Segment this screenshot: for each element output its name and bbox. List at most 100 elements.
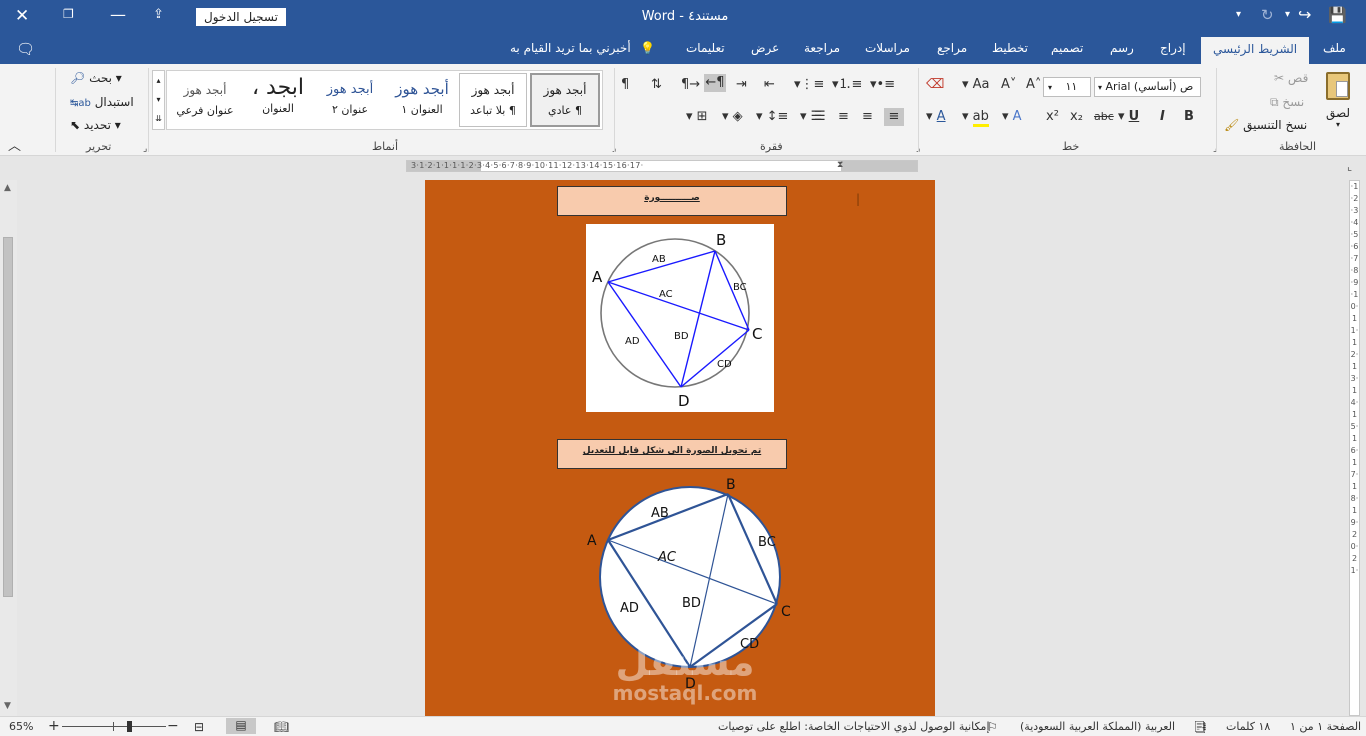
grow-font-icon[interactable]: A˄ <box>1026 76 1041 94</box>
style-heading-1[interactable]: أبجد هوز العنوان ١ <box>387 73 457 127</box>
tab-references[interactable]: مراجع <box>937 41 967 55</box>
tab-view[interactable]: عرض <box>751 41 779 55</box>
numbering-icon[interactable]: ▾⒈≡ <box>832 76 862 94</box>
font-color-icon[interactable]: ▾ A <box>926 108 946 126</box>
word-count[interactable]: ١٨ كلمات <box>1226 720 1270 733</box>
tab-help[interactable]: تعليمات <box>686 41 725 55</box>
horizontal-ruler[interactable]: 3·1·2·1·1·1·1·2·3·4·5·6·7·8·9·10·11·12·1… <box>406 160 918 172</box>
bold-icon[interactable]: B <box>1184 108 1194 126</box>
font-name-select[interactable]: ▾ Arial (أساسي) ص <box>1094 77 1201 97</box>
tab-review[interactable]: مراجعة <box>804 41 840 55</box>
focus-icon[interactable]: ⊟ <box>194 720 204 734</box>
tab-file[interactable]: ملف <box>1323 41 1346 55</box>
picture-label[interactable]: صــــــــــورة <box>557 186 787 216</box>
share-comment-icon[interactable]: 🗨 <box>16 40 35 58</box>
style-heading-2[interactable]: أبجد هوز عنوان ٢ <box>315 73 385 127</box>
save-icon[interactable]: 💾 <box>1328 6 1347 24</box>
close-icon[interactable]: ✕ <box>15 6 29 26</box>
style-title[interactable]: ابجد ، العنوان <box>243 73 313 127</box>
justify-icon[interactable]: ☰ <box>814 108 826 126</box>
copy-button[interactable]: نسخ ⧉ <box>1270 95 1304 110</box>
ruler-toggle-icon[interactable]: ⌞ <box>1347 160 1352 173</box>
underline-icon[interactable]: ▾ U <box>1118 108 1139 126</box>
format-painter-button[interactable]: نسخ التنسيق 🖌︎ <box>1224 118 1307 132</box>
style-no-spacing[interactable]: أبجد هوز ¶ بلا تباعد <box>459 73 527 127</box>
paste-button[interactable]: لصق ▾ <box>1320 70 1356 134</box>
subscript-icon[interactable]: x₂ <box>1070 108 1083 126</box>
language-status[interactable]: العربية (المملكة العربية السعودية) <box>1020 720 1175 733</box>
converted-label[interactable]: تم تحويل الصورة الى شكل قابل للتعديل <box>557 439 787 469</box>
borders-icon[interactable]: ▾ ⊞ <box>686 108 708 126</box>
tab-insert[interactable]: إدراج <box>1160 41 1186 55</box>
zoom-out-button[interactable]: − <box>167 718 179 734</box>
tab-mailings[interactable]: مراسلات <box>865 41 910 55</box>
zoom-level[interactable]: 65% <box>9 720 33 733</box>
line-spacing-icon[interactable]: ▾ ↕≡ <box>756 108 788 126</box>
rtl-icon[interactable]: ←¶ <box>704 74 726 92</box>
undo-icon[interactable]: ↪ <box>1298 5 1311 24</box>
styles-scroll[interactable]: ▴ ▾ ⇊ <box>152 70 165 130</box>
scissors-icon: ✂ <box>1274 71 1285 85</box>
indent-marker-icon[interactable]: ⧗ <box>837 161 843 170</box>
sort-icon[interactable]: ⇅ <box>651 76 662 94</box>
font-size-select[interactable]: ▾ ١١ <box>1043 77 1091 97</box>
chord-label: BC <box>758 535 776 550</box>
collapse-ribbon-icon[interactable]: ︿ <box>8 138 21 156</box>
restore-icon[interactable]: ❐ <box>63 7 74 21</box>
select-button[interactable]: ▾ تحديد ⬉ <box>70 118 121 132</box>
repeat-icon[interactable]: ↻ <box>1261 6 1274 24</box>
zoom-slider[interactable] <box>62 726 166 727</box>
vertical-scrollbar[interactable]: ▲ ▼ <box>0 180 17 716</box>
bullets-icon[interactable]: ▾•≡ <box>870 76 895 94</box>
accessibility-status[interactable]: إمكانية الوصول لذوي الاحتياجات الخاصة: ا… <box>718 720 990 733</box>
zoom-slider-thumb[interactable] <box>127 721 132 732</box>
cut-button[interactable]: قص ✂ <box>1274 71 1308 85</box>
ltr-icon[interactable]: ¶→ <box>681 76 700 94</box>
sign-in-button[interactable]: تسجيل الدخول <box>196 8 286 26</box>
ribbon-display-icon[interactable]: ⇪ <box>153 7 164 22</box>
align-right-icon[interactable]: ≡ <box>884 108 904 126</box>
multilevel-list-icon[interactable]: ▾⋮≡ <box>794 76 824 94</box>
style-subtitle[interactable]: أبجد هوز عنوان فرعي <box>169 73 241 127</box>
align-left-icon[interactable]: ≡ <box>838 108 849 126</box>
page-number[interactable]: الصفحة ١ من ١ <box>1290 720 1361 733</box>
customize-qat-icon[interactable]: ▾ <box>1236 9 1241 20</box>
change-case-icon[interactable]: ▾ Aa <box>962 76 990 94</box>
scroll-down-icon[interactable]: ▼ <box>4 701 11 711</box>
tab-draw[interactable]: رسم <box>1110 41 1134 55</box>
find-button[interactable]: ▾ بحث 🔎︎ <box>70 71 122 85</box>
ribbon-tabs: 🗨 أخبرني بما تريد القيام به 💡 تعليمات عر… <box>0 34 1366 64</box>
text-effects-icon[interactable]: ▾ A <box>1002 108 1022 126</box>
italic-icon[interactable]: I <box>1160 108 1165 126</box>
clear-format-icon[interactable]: ⌫ <box>926 76 944 94</box>
circle-diagram-image[interactable]: A B C D AB BC CD AD AC BD <box>586 224 774 412</box>
superscript-icon[interactable]: x² <box>1046 108 1059 126</box>
circle-diagram-shapes[interactable]: A B C D AB BC CD AD AC BD <box>580 476 800 716</box>
center-icon[interactable]: ≡ <box>862 108 873 126</box>
increase-indent-icon[interactable]: ⇥ <box>736 76 747 94</box>
scroll-up-icon[interactable]: ▲ <box>4 183 11 193</box>
chord-label: AB <box>651 506 669 521</box>
vertical-ruler[interactable]: ·1·2·3·4·5·6·7·8·9·10·11·12·13·14·15·16·… <box>1349 180 1360 716</box>
document-page[interactable]: | صــــــــــورة A B C D AB BC CD AD AC … <box>425 180 935 716</box>
tab-layout[interactable]: تخطيط <box>992 41 1028 55</box>
style-normal[interactable]: أبجد هوز ¶ عادي <box>530 73 600 127</box>
zoom-in-button[interactable]: + <box>48 718 60 734</box>
tab-home[interactable]: الشريط الرئيسي <box>1201 37 1310 64</box>
tab-design[interactable]: تصميم <box>1051 41 1083 55</box>
decrease-indent-icon[interactable]: ⇤ <box>764 76 775 94</box>
redo-dropdown-icon[interactable]: ▾ <box>1285 9 1290 20</box>
tell-me-search[interactable]: أخبرني بما تريد القيام به <box>510 41 631 55</box>
scroll-thumb[interactable] <box>3 237 13 597</box>
replace-button[interactable]: استبدال ab↹ <box>70 95 134 109</box>
chord-label: BD <box>682 596 701 611</box>
proofing-icon[interactable]: 📑︎ <box>1193 720 1208 734</box>
read-mode-icon[interactable]: 📖︎ <box>274 720 289 734</box>
shrink-font-icon[interactable]: A˅ <box>1001 76 1016 94</box>
shading-icon[interactable]: ▾ ◈ <box>722 108 743 126</box>
minimize-icon[interactable]: — <box>110 5 126 24</box>
print-layout-icon[interactable]: ▤ <box>226 718 256 734</box>
show-marks-icon[interactable]: ¶ <box>621 76 629 94</box>
highlight-icon[interactable]: ▾ ab <box>962 108 989 127</box>
strikethrough-icon[interactable]: abc <box>1094 108 1114 126</box>
